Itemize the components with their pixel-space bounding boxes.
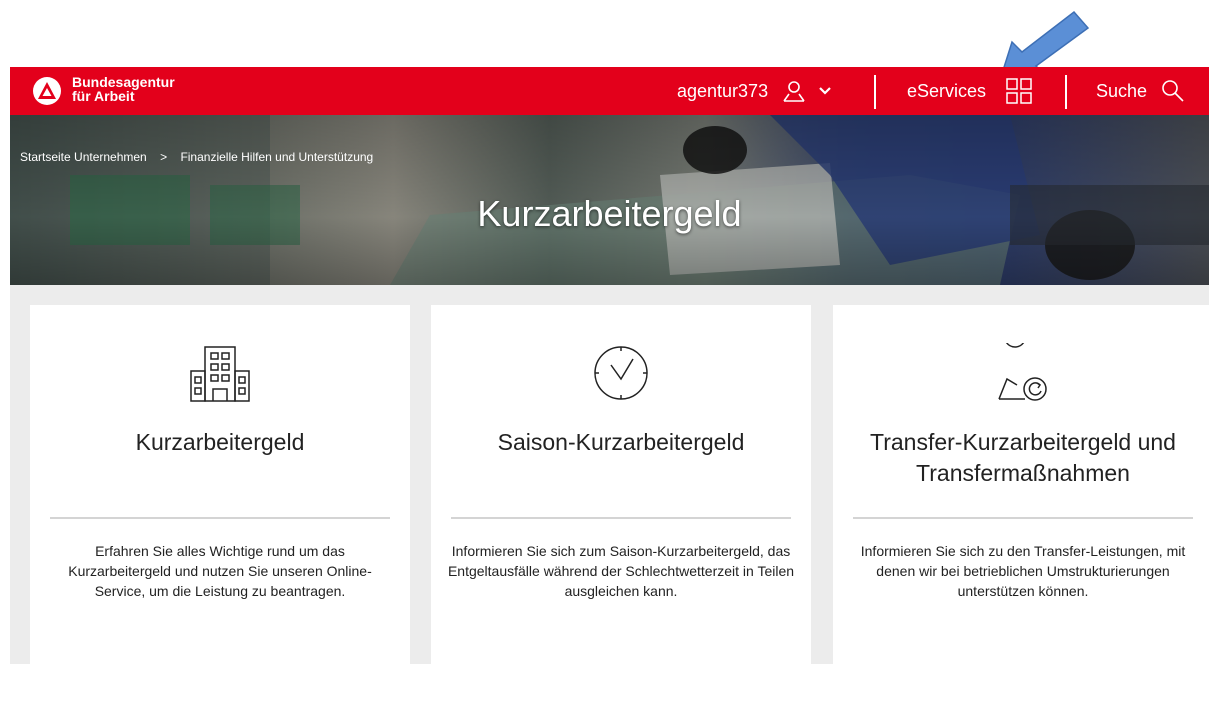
card-description: Erfahren Sie alles Wichtige rund um das … xyxy=(68,543,372,599)
header-separator xyxy=(874,75,876,109)
user-icon xyxy=(783,81,805,102)
user-name: agentur373 xyxy=(677,80,769,101)
search-icon xyxy=(1162,80,1184,102)
eservices-menu[interactable]: eServices xyxy=(907,67,1032,115)
eservices-label: eServices xyxy=(907,80,987,101)
hero-banner: Startseite Unternehmen > Finanzielle Hil… xyxy=(10,115,1209,285)
ba-logo-icon[interactable] xyxy=(32,76,62,106)
card-description: Informieren Sie sich zum Saison-Kurzarbe… xyxy=(447,543,795,599)
card-divider xyxy=(50,517,390,519)
brand-line-2: für Arbeit xyxy=(72,88,135,104)
header-separator xyxy=(1065,75,1067,109)
brand-line-1: Bundesagentur xyxy=(72,74,175,90)
card-title: Kurzarbeitergeld xyxy=(135,429,305,455)
breadcrumb: Startseite Unternehmen > Finanzielle Hil… xyxy=(20,150,373,164)
content-area: Kurzarbeitergeld Erfahren Sie alles Wich… xyxy=(10,285,1209,705)
search-button[interactable]: Suche xyxy=(1096,67,1185,115)
card-transfer-kurzarbeitergeld[interactable]: Transfer-Kurzarbeitergeld und Transferma… xyxy=(833,305,1209,705)
card-description: Informieren Sie sich zu den Transfer-Lei… xyxy=(860,543,1186,599)
card-title: Transfer-Kurzarbeitergeld und Transferma… xyxy=(870,429,1176,486)
card-saison-kurzarbeitergeld[interactable]: Saison-Kurzarbeitergeld Informieren Sie … xyxy=(431,305,811,705)
card-divider xyxy=(853,517,1193,519)
card-divider xyxy=(451,517,791,519)
search-label: Suche xyxy=(1096,80,1148,101)
grid-icon xyxy=(1006,78,1032,104)
breadcrumb-separator: > xyxy=(160,150,168,164)
building-icon xyxy=(190,346,250,402)
user-menu[interactable]: agentur373 xyxy=(677,67,832,115)
clock-icon xyxy=(594,346,648,400)
person-transfer-icon xyxy=(998,343,1047,401)
breadcrumb-item-home[interactable]: Startseite Unternehmen xyxy=(20,150,147,164)
chevron-down-icon xyxy=(819,87,831,95)
brand-name[interactable]: Bundesagentur für Arbeit xyxy=(72,75,175,103)
site-header: Bundesagentur für Arbeit agentur373 eSer… xyxy=(10,67,1209,115)
page-title: Kurzarbeitergeld xyxy=(477,193,742,234)
breadcrumb-item-finanzielle-hilfen[interactable]: Finanzielle Hilfen und Unterstützung xyxy=(180,150,373,164)
card-title: Saison-Kurzarbeitergeld xyxy=(497,429,745,455)
card-kurzarbeitergeld[interactable]: Kurzarbeitergeld Erfahren Sie alles Wich… xyxy=(30,305,410,705)
